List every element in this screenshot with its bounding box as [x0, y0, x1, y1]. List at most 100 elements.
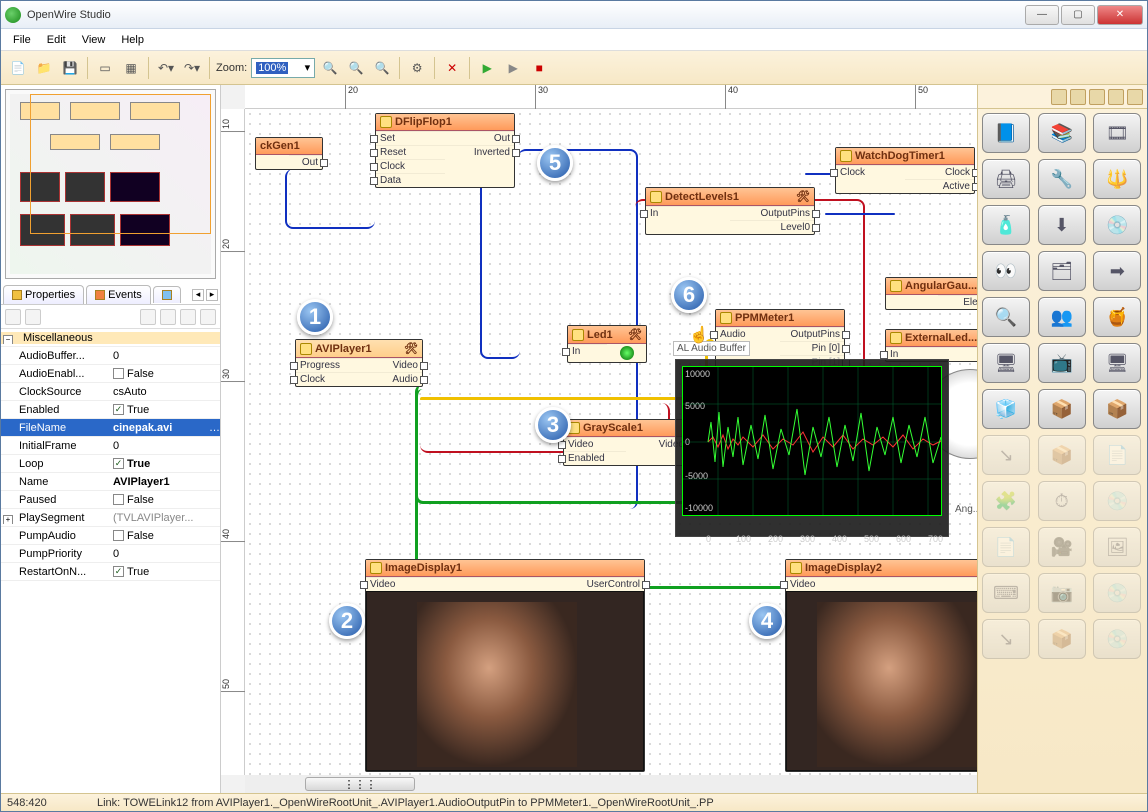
pal-item[interactable]: 💿 — [1093, 573, 1141, 613]
pal-item[interactable]: 🖥 — [982, 343, 1030, 383]
pal-item[interactable]: 🗂 — [1038, 251, 1086, 291]
property-grid[interactable]: −Miscellaneous AudioBuffer...0 AudioEnab… — [1, 329, 220, 793]
pal-fold1[interactable] — [1089, 89, 1105, 105]
undo-button[interactable]: ↶▾ — [155, 57, 177, 79]
tab-prev[interactable]: ◂ — [192, 289, 204, 301]
statusbar: 548:420 Link: TOWELink12 from AVIPlayer1… — [1, 793, 1147, 811]
pal-item[interactable]: ⏱ — [1038, 481, 1086, 521]
block-imagedisplay1[interactable]: ImageDisplay1 VideoUserControl — [365, 559, 645, 772]
pal-item[interactable]: 📷 — [1038, 573, 1086, 613]
minimize-button[interactable]: — — [1025, 5, 1059, 25]
pal-fold2[interactable] — [1108, 89, 1124, 105]
menu-help[interactable]: Help — [113, 31, 152, 49]
pal-item[interactable]: 📚 — [1038, 113, 1086, 153]
scope-plot: 10000 5000 0 -5000 -10000 — [682, 366, 942, 516]
tab-more[interactable] — [153, 286, 181, 303]
extled-icon — [890, 332, 902, 344]
tab-events[interactable]: Events — [86, 285, 151, 304]
grid-tool[interactable]: ▦ — [120, 57, 142, 79]
prop-tool-4[interactable] — [160, 309, 176, 325]
pal-item[interactable]: ⌨ — [982, 573, 1030, 613]
pal-item[interactable]: 🧊 — [982, 389, 1030, 429]
prop-tool-5[interactable] — [180, 309, 196, 325]
menu-file[interactable]: File — [5, 31, 39, 49]
pal-item[interactable]: 🍯 — [1093, 297, 1141, 337]
pal-item[interactable]: 📄 — [1093, 435, 1141, 475]
pal-gear[interactable] — [1127, 89, 1143, 105]
close-button[interactable]: ✕ — [1097, 5, 1143, 25]
prop-filename[interactable]: FileNamecinepak.avi… — [1, 419, 220, 437]
pal-item[interactable]: 📘 — [982, 113, 1030, 153]
settings-button[interactable]: ⚙ — [406, 57, 428, 79]
redo-button[interactable]: ↷▾ — [181, 57, 203, 79]
pal-cat[interactable] — [1070, 89, 1086, 105]
zoom-combo[interactable]: 100%▾ — [251, 58, 315, 78]
pal-item[interactable]: 💿 — [1093, 619, 1141, 659]
pal-item[interactable]: 📺 — [1038, 343, 1086, 383]
h-scroll-thumb[interactable]: ⋮⋮⋮ — [305, 777, 415, 791]
pal-item[interactable]: 🔧 — [1038, 159, 1086, 199]
save-button[interactable]: 💾 — [59, 57, 81, 79]
open-button[interactable]: 📁 — [33, 57, 55, 79]
prop-group[interactable]: −Miscellaneous — [1, 329, 220, 347]
marker-4: 4 — [749, 603, 785, 639]
scope-window[interactable]: 10000 5000 0 -5000 -10000 0 — [675, 359, 949, 537]
maximize-button[interactable]: ▢ — [1061, 5, 1095, 25]
pal-filter[interactable] — [1051, 89, 1067, 105]
pal-item[interactable]: 🧴 — [982, 205, 1030, 245]
design-canvas[interactable]: ckGen1 Out DFlipFlop1 SetResetClockData … — [245, 109, 977, 775]
tab-next[interactable]: ▸ — [206, 289, 218, 301]
pal-item[interactable]: ↘ — [982, 435, 1030, 475]
pal-item[interactable]: 👀 — [982, 251, 1030, 291]
block-imagedisplay2[interactable]: ImageDisplay2 Video — [785, 559, 977, 772]
pal-item[interactable]: ⬇ — [1038, 205, 1086, 245]
pal-item[interactable]: 🧩 — [982, 481, 1030, 521]
pal-item[interactable]: 📦 — [1093, 389, 1141, 429]
block-angulargauge[interactable]: AngularGau... Ele... — [885, 277, 977, 310]
delete-button[interactable]: ✕ — [441, 57, 463, 79]
pal-item[interactable]: 📦 — [1038, 389, 1086, 429]
stop-button[interactable]: ■ — [528, 57, 550, 79]
block-ckgen[interactable]: ckGen1 Out — [255, 137, 323, 170]
prop-tool-6[interactable] — [200, 309, 216, 325]
pal-item[interactable]: ➡ — [1093, 251, 1141, 291]
pal-item[interactable]: 🔍 — [982, 297, 1030, 337]
gauge-icon — [890, 280, 902, 292]
play-button[interactable]: ▶ — [476, 57, 498, 79]
block-watchdog[interactable]: WatchDogTimer1 ClockClockActive — [835, 147, 975, 194]
new-button[interactable]: 📄 — [7, 57, 29, 79]
select-tool[interactable]: ▭ — [94, 57, 116, 79]
pal-item[interactable]: 📄 — [982, 527, 1030, 567]
tab-properties[interactable]: Properties — [3, 285, 84, 304]
zoom-out-button[interactable]: 🔍 — [345, 57, 367, 79]
pal-item[interactable]: 💿 — [1093, 481, 1141, 521]
prop-tool-1[interactable] — [5, 309, 21, 325]
block-led[interactable]: Led1🛠 In — [567, 325, 647, 363]
block-externalled[interactable]: ExternalLed... In — [885, 329, 977, 362]
pal-item[interactable]: 📦 — [1038, 619, 1086, 659]
scope-tooltip: AL Audio Buffer — [673, 341, 750, 356]
pal-item[interactable]: 🎥 — [1038, 527, 1086, 567]
block-aviplayer[interactable]: AVIPlayer1🛠 ProgressClockVideoAudio — [295, 339, 423, 387]
menu-edit[interactable]: Edit — [39, 31, 74, 49]
pal-item[interactable]: 📦 — [1038, 435, 1086, 475]
step-button[interactable]: ▶ — [502, 57, 524, 79]
prop-tool-2[interactable] — [25, 309, 41, 325]
pal-item[interactable]: 💿 — [1093, 205, 1141, 245]
h-scrollbar[interactable]: ⋮⋮⋮ — [245, 775, 977, 793]
zoom-in-button[interactable]: 🔍 — [319, 57, 341, 79]
block-detectlevels[interactable]: DetectLevels1🛠 InOutputPinsLevel0 — [645, 187, 815, 235]
pal-item[interactable]: ↘ — [982, 619, 1030, 659]
pal-item[interactable]: 🖼 — [1093, 527, 1141, 567]
pal-item[interactable]: 🎞 — [1093, 113, 1141, 153]
pal-item[interactable]: 🖨 — [982, 159, 1030, 199]
prop-tool-3[interactable] — [140, 309, 156, 325]
pal-item[interactable]: 🔱 — [1093, 159, 1141, 199]
pal-item[interactable]: 👥 — [1038, 297, 1086, 337]
menu-view[interactable]: View — [74, 31, 114, 49]
block-dflipflop[interactable]: DFlipFlop1 SetResetClockData OutInverted — [375, 113, 515, 188]
zoom-fit-button[interactable]: 🔍 — [371, 57, 393, 79]
block-grayscale[interactable]: GrayScale1 VideoEnabledVideo — [563, 419, 689, 466]
pal-item[interactable]: 🖥 — [1093, 343, 1141, 383]
overview-panel[interactable] — [5, 89, 216, 279]
